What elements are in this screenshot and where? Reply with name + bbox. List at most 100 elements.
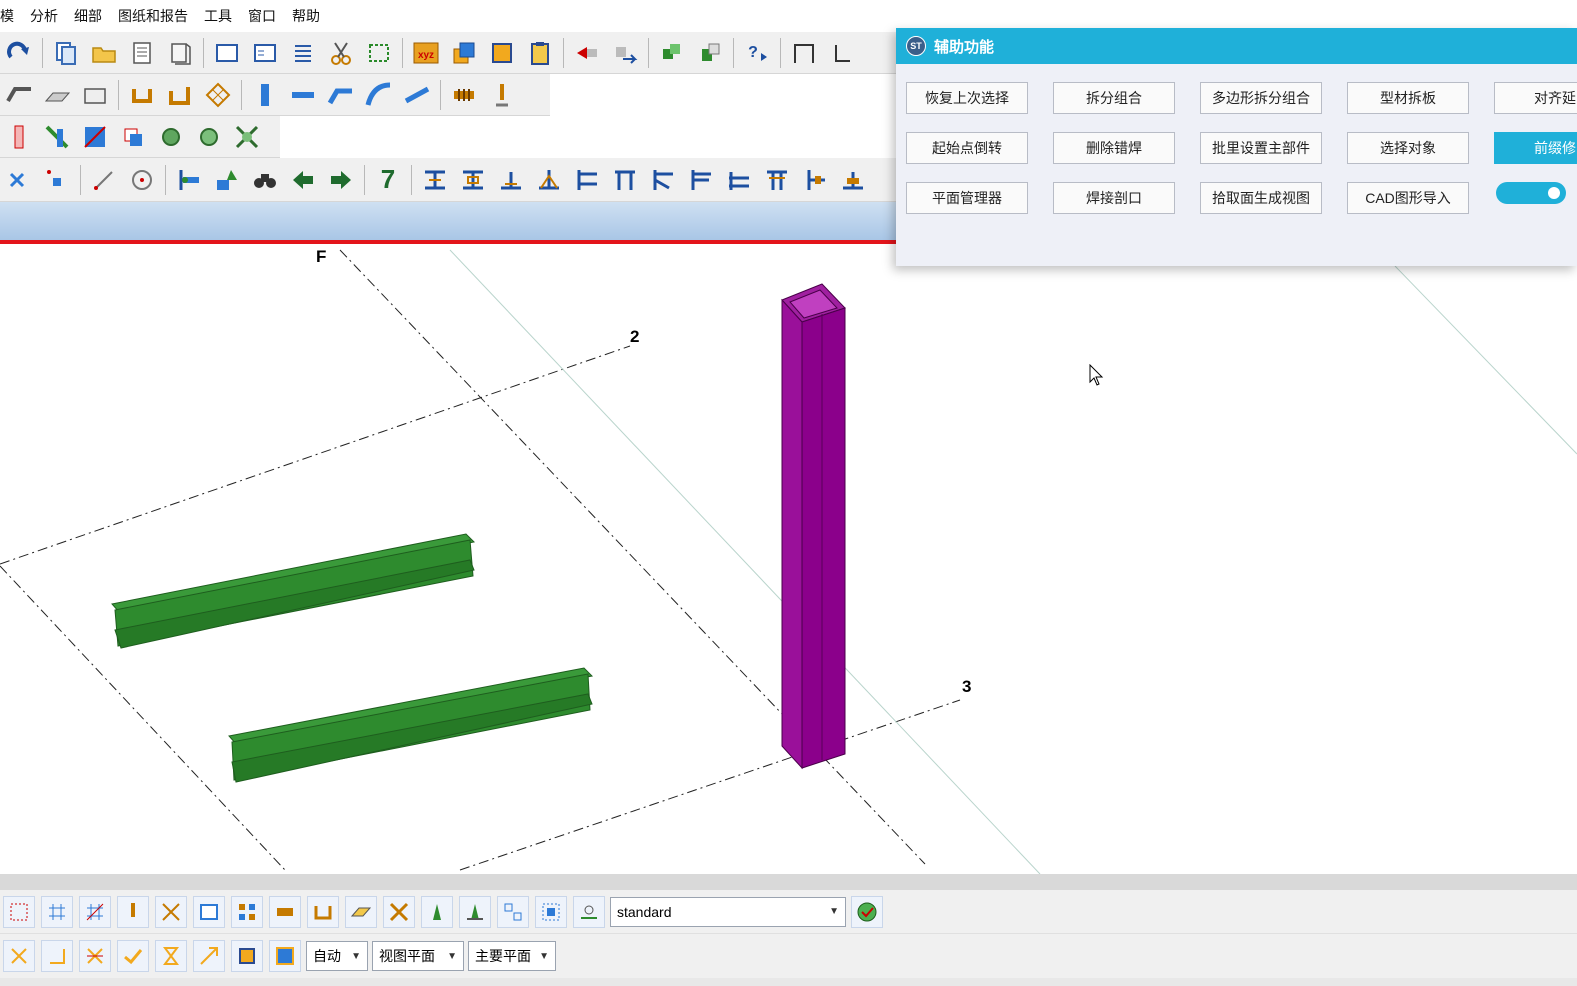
move-button[interactable] — [608, 36, 642, 70]
channel-button[interactable] — [125, 78, 159, 112]
weld-button[interactable] — [485, 78, 519, 112]
menu-item-modeling[interactable]: 模 — [0, 0, 22, 32]
library-button[interactable] — [163, 36, 197, 70]
select-level-button[interactable] — [573, 895, 605, 928]
snap-corner-button[interactable] — [41, 940, 73, 972]
connection-4-button[interactable] — [532, 163, 566, 197]
connection-6-button[interactable] — [608, 163, 642, 197]
select-channel-button[interactable] — [307, 895, 339, 928]
line-snap-button[interactable] — [87, 163, 121, 197]
cut-button[interactable] — [324, 36, 358, 70]
model-viewport[interactable]: F 2 3 — [0, 244, 1577, 874]
horizontal-scrollbar[interactable] — [0, 874, 1577, 890]
align-extend-button[interactable]: 对齐延 — [1494, 82, 1577, 114]
view-title-bar[interactable] — [0, 202, 900, 240]
select-grid-line-button[interactable] — [79, 895, 111, 928]
panel-button[interactable] — [78, 78, 112, 112]
selection-filter-select[interactable]: standard ▼ — [610, 896, 846, 927]
steel-column[interactable] — [781, 283, 846, 770]
connection-10-button[interactable] — [760, 163, 794, 197]
column-button[interactable] — [248, 78, 282, 112]
select-object-button[interactable] — [459, 895, 491, 928]
slab-button[interactable] — [40, 78, 74, 112]
rebar-button[interactable] — [2, 120, 36, 154]
connection-5-button[interactable] — [570, 163, 604, 197]
select-surface-button[interactable] — [345, 895, 377, 928]
menu-item-tools[interactable]: 工具 — [196, 0, 240, 32]
split-assembly-button[interactable]: 拆分组合 — [1053, 82, 1175, 114]
weld-bevel-button[interactable]: 焊接剖口 — [1053, 182, 1175, 214]
group-button[interactable] — [192, 120, 226, 154]
explode-button[interactable] — [230, 120, 264, 154]
option-toggle[interactable] — [1496, 182, 1566, 204]
align-left-button[interactable] — [172, 163, 206, 197]
snap-extension-button[interactable] — [193, 940, 225, 972]
plate-button[interactable] — [485, 36, 519, 70]
polybeam-button[interactable] — [2, 78, 36, 112]
select-component-button[interactable] — [231, 895, 263, 928]
assist-panel-titlebar[interactable]: ST 辅助功能 — [896, 28, 1577, 64]
select-weld-button[interactable] — [383, 895, 415, 928]
mark-button[interactable] — [210, 163, 244, 197]
bracket-button[interactable] — [825, 36, 859, 70]
snap-intersection-button[interactable] — [79, 940, 111, 972]
circle-snap-button[interactable] — [125, 163, 159, 197]
connection-2-button[interactable] — [456, 163, 490, 197]
list-button[interactable] — [286, 36, 320, 70]
component-set-button[interactable] — [154, 120, 188, 154]
bolt-button[interactable] — [447, 78, 481, 112]
coordinate-button[interactable]: xyz — [409, 36, 443, 70]
frame-button[interactable] — [787, 36, 821, 70]
restore-last-selection-button[interactable]: 恢复上次选择 — [906, 82, 1028, 114]
next-button[interactable] — [324, 163, 358, 197]
properties-button[interactable] — [248, 36, 282, 70]
help-query-button[interactable]: ? — [740, 36, 774, 70]
select-grid-button[interactable] — [41, 895, 73, 928]
previous-button[interactable] — [286, 163, 320, 197]
open-button[interactable] — [87, 36, 121, 70]
menu-item-window[interactable]: 窗口 — [240, 0, 284, 32]
find-button[interactable] — [248, 163, 282, 197]
grating-button[interactable] — [201, 78, 235, 112]
select-nested-button[interactable] — [535, 895, 567, 928]
steel-beam[interactable] — [111, 533, 476, 649]
point-button[interactable] — [40, 163, 74, 197]
connection-9-button[interactable] — [722, 163, 756, 197]
menu-item-detailing[interactable]: 细部 — [66, 0, 110, 32]
document-button[interactable] — [125, 36, 159, 70]
snap-midpoint-button[interactable] — [155, 940, 187, 972]
delete-wrong-welds-button[interactable]: 删除错焊 — [1053, 132, 1175, 164]
number-seven-button[interactable]: 7 — [371, 163, 405, 197]
chamfer-button[interactable] — [116, 120, 150, 154]
pick-face-create-view-button[interactable]: 拾取面生成视图 — [1200, 182, 1322, 214]
select-assembly-button[interactable] — [421, 895, 453, 928]
menu-item-drawings-reports[interactable]: 图纸和报告 — [110, 0, 196, 32]
select-cut-button[interactable] — [155, 895, 187, 928]
view-plane-select[interactable]: 视图平面 ▼ — [372, 941, 464, 971]
fit-part-button[interactable] — [78, 120, 112, 154]
component-button[interactable] — [693, 36, 727, 70]
curved-beam-button[interactable] — [362, 78, 396, 112]
reverse-start-point-button[interactable]: 起始点倒转 — [906, 132, 1028, 164]
arrow-button[interactable] — [570, 36, 604, 70]
menu-item-analysis[interactable]: 分析 — [22, 0, 66, 32]
select-part-button[interactable] — [269, 895, 301, 928]
select-plane-button[interactable] — [193, 895, 225, 928]
assembly-button[interactable] — [655, 36, 689, 70]
polyline-beam-button[interactable] — [324, 78, 358, 112]
connection-11-button[interactable] — [798, 163, 832, 197]
snap-mode-select[interactable]: 自动 ▼ — [306, 941, 368, 971]
select-all-button[interactable] — [3, 895, 35, 928]
plane-manager-button[interactable]: 平面管理器 — [906, 182, 1028, 214]
select-point-button[interactable] — [117, 895, 149, 928]
orthogonal-beam-button[interactable] — [400, 78, 434, 112]
copy-button[interactable] — [49, 36, 83, 70]
batch-set-main-part-button[interactable]: 批里设置主部件 — [1200, 132, 1322, 164]
snap-check-button[interactable] — [117, 940, 149, 972]
connection-8-button[interactable] — [684, 163, 718, 197]
select-group-button[interactable] — [497, 895, 529, 928]
polygon-split-assembly-button[interactable]: 多边形拆分组合 — [1200, 82, 1322, 114]
redo-button[interactable] — [2, 36, 36, 70]
model-canvas[interactable]: F 2 3 — [0, 244, 1577, 874]
snap-plane-button[interactable] — [231, 940, 263, 972]
